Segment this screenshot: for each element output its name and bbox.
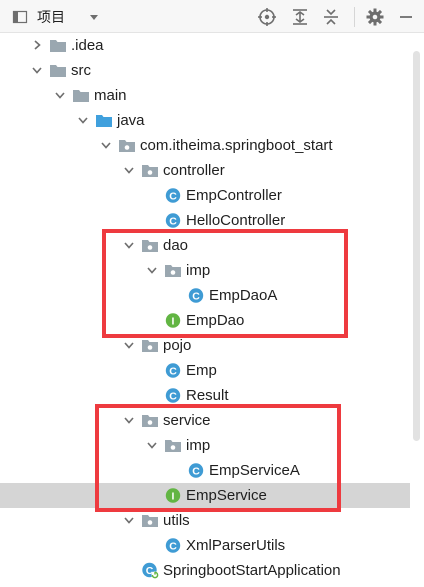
svg-text:C: C bbox=[169, 215, 177, 227]
chevron-down-icon[interactable] bbox=[30, 63, 44, 77]
expand-all-icon[interactable] bbox=[289, 6, 311, 28]
svg-text:C: C bbox=[169, 365, 177, 377]
settings-gear-icon[interactable] bbox=[364, 6, 386, 28]
chevron-down-icon[interactable] bbox=[76, 113, 90, 127]
spring-boot-class-icon: C bbox=[141, 562, 159, 579]
tree-node-label: src bbox=[71, 62, 91, 79]
chevron-down-icon[interactable] bbox=[53, 88, 67, 102]
class-icon: C bbox=[164, 187, 182, 204]
source-folder-icon bbox=[95, 112, 113, 129]
tree-node-label: com.itheima.springboot_start bbox=[140, 137, 333, 154]
dropdown-arrow-icon[interactable] bbox=[86, 9, 102, 25]
class-icon: C bbox=[164, 362, 182, 379]
chevron-down-icon[interactable] bbox=[99, 138, 113, 152]
dao-highlight-box bbox=[102, 229, 348, 338]
tree-node-label: HelloController bbox=[186, 212, 286, 229]
service-highlight-box bbox=[95, 404, 341, 512]
chevron-right-icon[interactable] bbox=[30, 38, 44, 52]
locate-target-icon[interactable] bbox=[256, 6, 278, 28]
project-view-icon[interactable] bbox=[12, 9, 28, 25]
chevron-down-icon[interactable] bbox=[122, 513, 136, 527]
project-toolbar: 项目 bbox=[0, 0, 424, 33]
vertical-scrollbar[interactable] bbox=[410, 33, 424, 587]
package-icon bbox=[141, 162, 159, 179]
tree-row[interactable]: .idea bbox=[0, 33, 410, 58]
class-icon: C bbox=[164, 537, 182, 554]
chevron-down-icon[interactable] bbox=[122, 338, 136, 352]
tree-node-label: .idea bbox=[71, 37, 104, 54]
tree-row[interactable]: src bbox=[0, 58, 410, 83]
folder-icon bbox=[49, 62, 67, 79]
tree-node-label: controller bbox=[163, 162, 225, 179]
tree-row[interactable]: controller bbox=[0, 158, 410, 183]
folder-icon bbox=[49, 37, 67, 54]
tree-row[interactable]: C XmlParserUtils bbox=[0, 533, 410, 558]
project-view-label[interactable]: 项目 bbox=[37, 7, 65, 27]
tree-node-label: Emp bbox=[186, 362, 217, 379]
tree-node-label: Result bbox=[186, 387, 229, 404]
class-icon: C bbox=[164, 387, 182, 404]
collapse-all-icon[interactable] bbox=[320, 6, 342, 28]
folder-icon bbox=[72, 87, 90, 104]
toolbar-separator bbox=[354, 7, 355, 27]
scrollbar-thumb[interactable] bbox=[413, 51, 420, 441]
package-icon bbox=[141, 512, 159, 529]
tree-row[interactable]: C Emp bbox=[0, 358, 410, 383]
tree-node-label: utils bbox=[163, 512, 190, 529]
tree-node-label: SpringbootStartApplication bbox=[163, 562, 341, 579]
package-icon bbox=[118, 137, 136, 154]
package-icon bbox=[141, 337, 159, 354]
tree-node-label: pojo bbox=[163, 337, 192, 354]
tree-node-label: EmpController bbox=[186, 187, 282, 204]
svg-text:C: C bbox=[169, 390, 177, 402]
chevron-down-icon[interactable] bbox=[122, 163, 136, 177]
tree-node-label: main bbox=[94, 87, 127, 104]
tree-row[interactable]: C EmpController bbox=[0, 183, 410, 208]
tree-row[interactable]: main bbox=[0, 83, 410, 108]
tree-row[interactable]: java bbox=[0, 108, 410, 133]
tree-row[interactable]: com.itheima.springboot_start bbox=[0, 133, 410, 158]
minimize-icon[interactable] bbox=[395, 6, 417, 28]
tree-node-label: XmlParserUtils bbox=[186, 537, 286, 554]
svg-text:C: C bbox=[169, 540, 177, 552]
tree-node-label: java bbox=[117, 112, 145, 129]
class-icon: C bbox=[164, 212, 182, 229]
tree-row[interactable]: C SpringbootStartApplication bbox=[0, 558, 410, 583]
svg-text:C: C bbox=[169, 190, 177, 202]
